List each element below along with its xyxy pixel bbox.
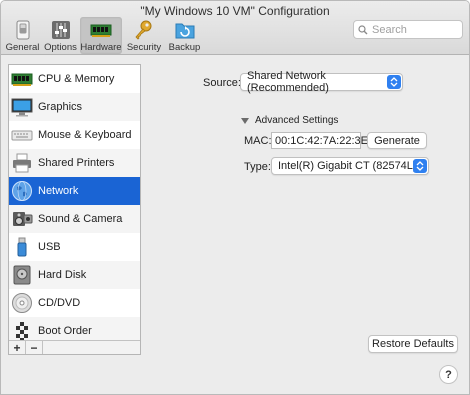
window-title: "My Windows 10 VM" Configuration bbox=[140, 4, 330, 18]
remove-device-button[interactable]: − bbox=[26, 341, 43, 354]
sidebar-item-usb[interactable]: USB bbox=[9, 233, 140, 261]
mac-label: MAC: bbox=[244, 135, 272, 147]
source-value: Shared Network (Recommended) bbox=[247, 70, 329, 94]
sidebar-item-graphics[interactable]: Graphics bbox=[9, 93, 140, 121]
tab-security[interactable]: Security bbox=[123, 17, 165, 54]
backup-icon bbox=[175, 23, 194, 39]
sliders-icon bbox=[51, 21, 70, 39]
tab-label: Options bbox=[44, 42, 77, 53]
mac-value: 00:1C:42:7A:22:3E bbox=[275, 134, 368, 147]
adapter-type-select[interactable]: Intel(R) Gigabit CT (82574L) bbox=[271, 157, 429, 175]
sidebar-item-label: Sound & Camera bbox=[38, 213, 123, 225]
generate-button[interactable]: Generate bbox=[367, 132, 427, 149]
sidebar-item-network[interactable]: Network bbox=[9, 177, 140, 205]
help-button[interactable]: ? bbox=[439, 365, 458, 384]
harddisk-icon bbox=[13, 265, 31, 285]
sidebar-item-label: Graphics bbox=[38, 101, 83, 113]
sidebar-item-label: Shared Printers bbox=[38, 157, 115, 169]
tab-general[interactable]: General bbox=[4, 17, 41, 54]
switch-icon bbox=[16, 20, 29, 40]
sidebar-footer: + − bbox=[9, 340, 140, 354]
sidebar-item-label: CPU & Memory bbox=[38, 73, 115, 85]
sidebar-item-label: Boot Order bbox=[38, 325, 92, 337]
tab-options[interactable]: Options bbox=[42, 17, 79, 54]
globe-icon bbox=[12, 181, 32, 201]
sidebar-item-label: Hard Disk bbox=[38, 269, 87, 281]
search-placeholder: Search bbox=[372, 23, 407, 36]
sidebar-item-label: Mouse & Keyboard bbox=[38, 129, 132, 141]
chevron-updown-icon bbox=[387, 75, 401, 89]
sidebar-item-shared-printers[interactable]: Shared Printers bbox=[9, 149, 140, 177]
keyboard-icon bbox=[11, 130, 33, 141]
tab-label: General bbox=[5, 42, 40, 53]
tab-label: Security bbox=[126, 42, 162, 53]
add-device-button[interactable]: + bbox=[9, 341, 26, 354]
disclosure-triangle-icon bbox=[241, 117, 249, 124]
source-label: Source: bbox=[203, 77, 241, 89]
printer-icon bbox=[13, 153, 31, 173]
tab-backup[interactable]: Backup bbox=[166, 17, 203, 54]
sidebar-item-mouse-keyboard[interactable]: Mouse & Keyboard bbox=[9, 121, 140, 149]
restore-defaults-button[interactable]: Restore Defaults bbox=[368, 335, 458, 353]
sidebar-item-label: Network bbox=[38, 185, 79, 197]
tab-hardware[interactable]: Hardware bbox=[80, 17, 122, 54]
advanced-settings-label: Advanced Settings bbox=[255, 115, 339, 126]
search-icon bbox=[358, 24, 368, 34]
sidebar-item-hard-disk[interactable]: Hard Disk bbox=[9, 261, 140, 289]
adapter-type-value: Intel(R) Gigabit CT (82574L) bbox=[278, 160, 417, 172]
sidebar-item-label: CD/DVD bbox=[38, 297, 81, 309]
hardware-list: CPU & Memory Graphics Mouse & Keyboard S… bbox=[8, 64, 141, 355]
mac-address-field[interactable]: 00:1C:42:7A:22:3E bbox=[271, 132, 368, 149]
disc-icon bbox=[12, 293, 32, 313]
usb-icon bbox=[17, 237, 27, 257]
source-select[interactable]: Shared Network (Recommended) bbox=[240, 70, 403, 94]
search-input[interactable]: Search bbox=[353, 20, 463, 39]
boot-order-icon bbox=[16, 322, 28, 341]
tab-label: Backup bbox=[168, 42, 201, 53]
key-icon bbox=[135, 20, 152, 40]
type-label: Type: bbox=[244, 161, 271, 173]
chevron-updown-icon bbox=[413, 159, 427, 173]
sidebar-item-sound-camera[interactable]: Sound & Camera bbox=[9, 205, 140, 233]
speaker-icon bbox=[13, 212, 33, 226]
sidebar-item-cpu-memory[interactable]: CPU & Memory bbox=[9, 65, 140, 93]
monitor-icon bbox=[11, 98, 33, 117]
sidebar-item-cd-dvd[interactable]: CD/DVD bbox=[9, 289, 140, 317]
cpu-icon bbox=[11, 73, 33, 86]
advanced-settings-disclosure[interactable]: Advanced Settings bbox=[241, 115, 338, 126]
titlebar: "My Windows 10 VM" Configuration General bbox=[1, 1, 469, 55]
toolbar-tabs: General Options Hardware Security Backup bbox=[4, 17, 204, 54]
tab-label: Hardware bbox=[80, 42, 122, 53]
configuration-window: "My Windows 10 VM" Configuration General bbox=[0, 0, 470, 395]
sidebar-item-label: USB bbox=[38, 241, 61, 253]
chip-icon bbox=[90, 24, 112, 37]
